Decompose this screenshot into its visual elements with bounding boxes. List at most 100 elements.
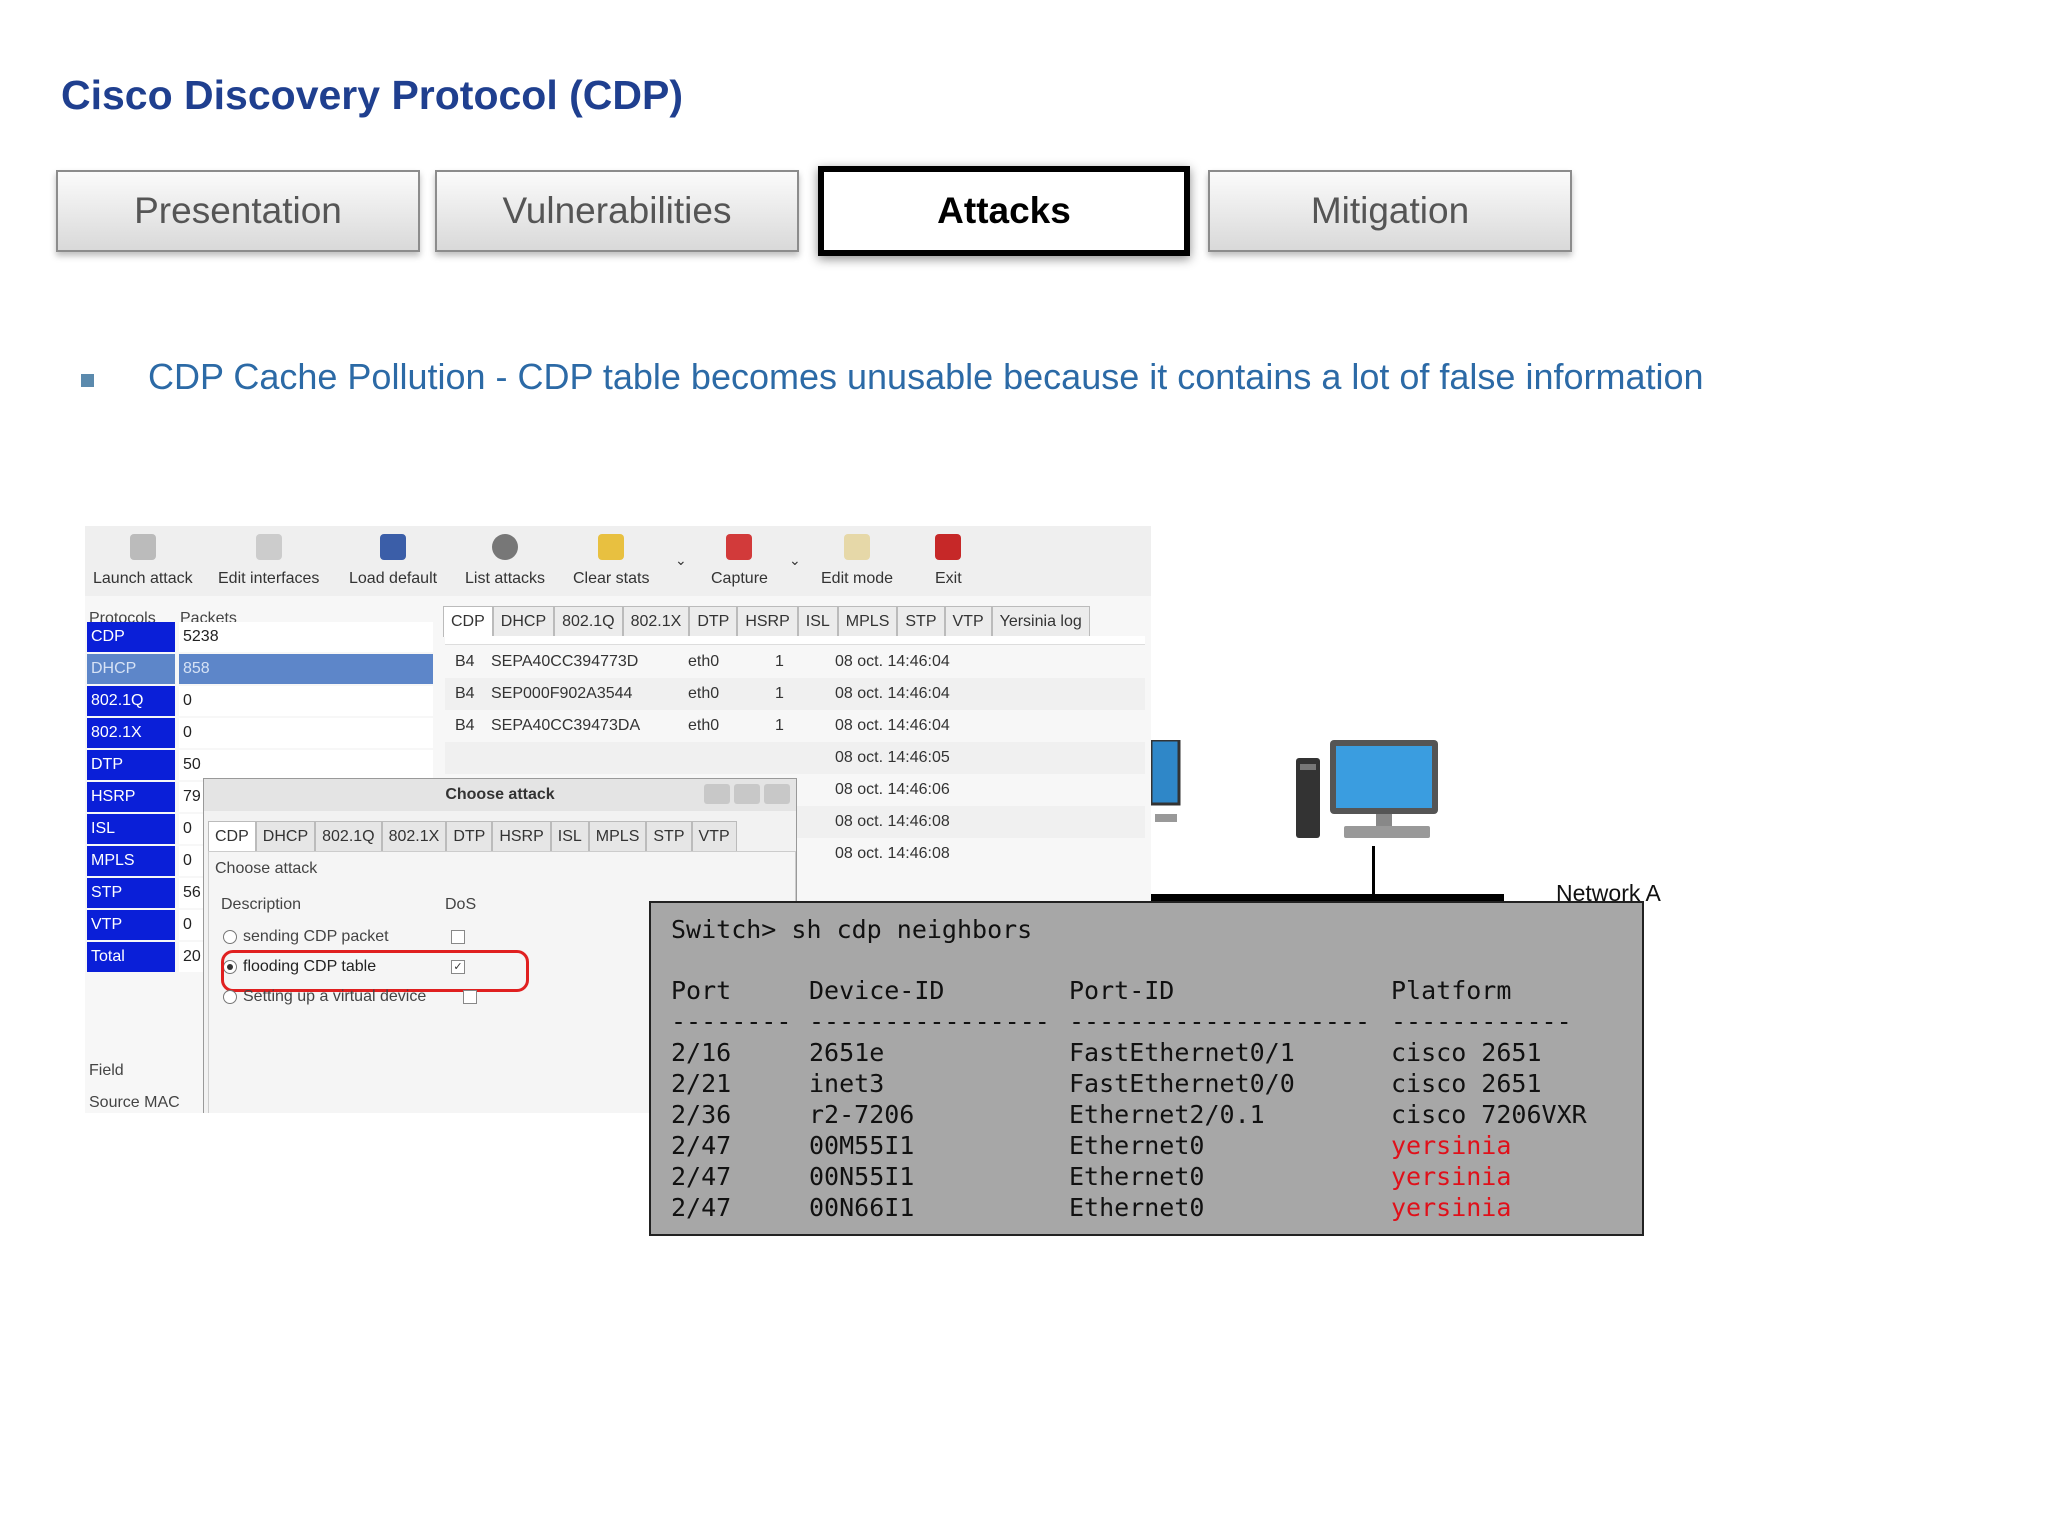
- count-cell: 1: [775, 653, 784, 670]
- dialog-tab-isl[interactable]: ISL: [550, 821, 589, 852]
- network-segment: [1130, 894, 1504, 901]
- neighbor-device-cell: 00N66I1: [809, 1193, 915, 1222]
- capture-button[interactable]: Capture: [711, 526, 768, 596]
- tab-dtp[interactable]: DTP: [689, 606, 738, 637]
- capture-icon: [726, 534, 753, 560]
- radio-button[interactable]: [223, 930, 237, 944]
- chevron-down-icon[interactable]: ⌄: [675, 552, 687, 569]
- dialog-tab-dtp[interactable]: DTP: [446, 821, 493, 852]
- dos-checkbox[interactable]: [451, 930, 465, 944]
- edit-mode-icon: [844, 534, 871, 560]
- description-header: Description: [221, 896, 302, 913]
- ttl-cell: B4: [455, 685, 475, 702]
- attack-option-flooding[interactable]: flooding CDP table ✓: [221, 950, 529, 992]
- devid-cell: SEPA40CC394773D: [491, 653, 639, 670]
- neighbor-platform-cell: cisco 2651: [1391, 1038, 1542, 1067]
- tab-mitigation[interactable]: Mitigation: [1208, 170, 1572, 252]
- dialog-tab-dhcp[interactable]: DHCP: [255, 821, 316, 852]
- protocol-name: ISL: [87, 814, 175, 844]
- tab-cdp[interactable]: CDP: [443, 606, 493, 637]
- neighbor-port-id-cell: Ethernet0: [1069, 1162, 1205, 1191]
- table-row[interactable]: 08 oct. 14:46:05: [445, 742, 1145, 774]
- neighbor-device-cell: 00M55I1: [809, 1131, 915, 1160]
- tab-dhcp[interactable]: DHCP: [492, 606, 555, 637]
- edit-mode-button[interactable]: Edit mode: [821, 526, 893, 596]
- clear-stats-button[interactable]: Clear stats: [573, 526, 649, 596]
- chevron-down-icon[interactable]: ⌄: [789, 552, 801, 569]
- group-label: Choose attack: [215, 860, 318, 877]
- launch-attack-button[interactable]: Launch attack: [93, 526, 193, 596]
- neighbor-port-cell: 2/47: [671, 1162, 732, 1191]
- tab-802-1q[interactable]: 802.1Q: [554, 606, 623, 637]
- neighbor-platform-cell: cisco 2651: [1391, 1069, 1542, 1098]
- tab-yersinia-log[interactable]: Yersinia log: [991, 606, 1090, 637]
- header-platform: Platform: [1391, 976, 1512, 1005]
- separator: ------------: [1391, 1007, 1572, 1036]
- dialog-tab-hsrp[interactable]: HSRP: [492, 821, 551, 852]
- packet-count: 0: [179, 686, 433, 716]
- attack-option-sending[interactable]: sending CDP packet: [223, 922, 523, 952]
- last-seen-cell: 08 oct. 14:46:04: [835, 717, 950, 734]
- table-row[interactable]: B4 SEPA40CC39473DA eth0 1 08 oct. 14:46:04: [445, 710, 1145, 742]
- exit-button[interactable]: Exit: [935, 526, 962, 596]
- tab-mpls[interactable]: MPLS: [837, 606, 898, 637]
- tab-isl[interactable]: ISL: [797, 606, 838, 637]
- separator: --------: [671, 1007, 792, 1036]
- interfaces-icon: [255, 534, 282, 560]
- field-label: Field: [89, 1062, 124, 1079]
- tab-presentation[interactable]: Presentation: [56, 170, 420, 252]
- load-default-button[interactable]: Load default: [349, 526, 437, 596]
- protocol-name: HSRP: [87, 782, 175, 812]
- separator: ----------------: [809, 1007, 1050, 1036]
- tab-vulnerabilities[interactable]: Vulnerabilities: [435, 170, 799, 252]
- neighbor-platform-cell: cisco 7206VXR: [1391, 1100, 1587, 1129]
- protocol-row[interactable]: CDP 5238: [87, 622, 435, 652]
- ttl-cell: B4: [455, 717, 475, 734]
- neighbor-port-id-cell: Ethernet2/0.1: [1069, 1100, 1265, 1129]
- dialog-tab-stp[interactable]: STP: [646, 821, 692, 852]
- tab-hsrp[interactable]: HSRP: [737, 606, 798, 637]
- devid-cell: SEP000F902A3544: [491, 685, 633, 702]
- protocol-row[interactable]: DHCP 858: [87, 654, 435, 684]
- tab-802-1x[interactable]: 802.1X: [622, 606, 690, 637]
- protocol-row[interactable]: 802.1Q 0: [87, 686, 435, 716]
- dialog-tab-mpls[interactable]: MPLS: [588, 821, 647, 852]
- dos-checkbox[interactable]: [463, 990, 477, 1004]
- close-button[interactable]: [764, 784, 790, 804]
- dialog-tab-cdp[interactable]: CDP: [208, 821, 256, 852]
- protocol-name: DHCP: [87, 654, 175, 684]
- option-label: Setting up a virtual device: [243, 988, 427, 1005]
- protocol-name: 802.1Q: [87, 686, 175, 716]
- dialog-tab-vtp[interactable]: VTP: [691, 821, 737, 852]
- protocol-row[interactable]: DTP 50: [87, 750, 435, 780]
- minimize-button[interactable]: [704, 784, 730, 804]
- tab-attacks[interactable]: Attacks: [818, 166, 1190, 256]
- neighbor-device-cell: 00N55I1: [809, 1162, 915, 1191]
- tab-stp[interactable]: STP: [897, 606, 945, 637]
- protocol-row[interactable]: 802.1X 0: [87, 718, 435, 748]
- dialog-tab-802-1q[interactable]: 802.1Q: [315, 821, 382, 852]
- ttl-cell: B4: [455, 653, 475, 670]
- edit-interfaces-button[interactable]: Edit interfaces: [218, 526, 319, 596]
- protocol-name: STP: [87, 878, 175, 908]
- last-seen-cell: 08 oct. 14:46:04: [835, 653, 950, 670]
- dialog-tab-802-1x[interactable]: 802.1X: [381, 821, 447, 852]
- list-attacks-button[interactable]: List attacks: [465, 526, 545, 596]
- attack-option-virtual-device[interactable]: Setting up a virtual device: [223, 982, 523, 1012]
- radio-button[interactable]: [223, 990, 237, 1004]
- interface-cell: eth0: [688, 685, 720, 702]
- devid-cell: SEPA40CC39473DA: [491, 717, 641, 734]
- slide-title: Cisco Discovery Protocol (CDP): [61, 72, 683, 118]
- protocol-name: 802.1X: [87, 718, 175, 748]
- protocol-tabs: CDP DHCP 802.1Q 802.1X DTP HSRP ISL MPLS STP VTP Y…: [443, 606, 1090, 637]
- launch-attack-icon: [129, 534, 156, 560]
- neighbor-port-id-cell: Ethernet0: [1069, 1131, 1205, 1160]
- tab-vtp[interactable]: VTP: [944, 606, 992, 637]
- maximize-button[interactable]: [734, 784, 760, 804]
- table-row[interactable]: B4 SEP000F902A3544 eth0 1 08 oct. 14:46:04: [445, 678, 1145, 710]
- neighbor-port-id-cell: FastEthernet0/1: [1069, 1038, 1295, 1067]
- protocol-name: VTP: [87, 910, 175, 940]
- neighbor-port-cell: 2/47: [671, 1193, 732, 1222]
- list-attacks-icon: [492, 534, 519, 560]
- table-row[interactable]: B4 SEPA40CC394773D eth0 1 08 oct. 14:46:04: [445, 646, 1145, 678]
